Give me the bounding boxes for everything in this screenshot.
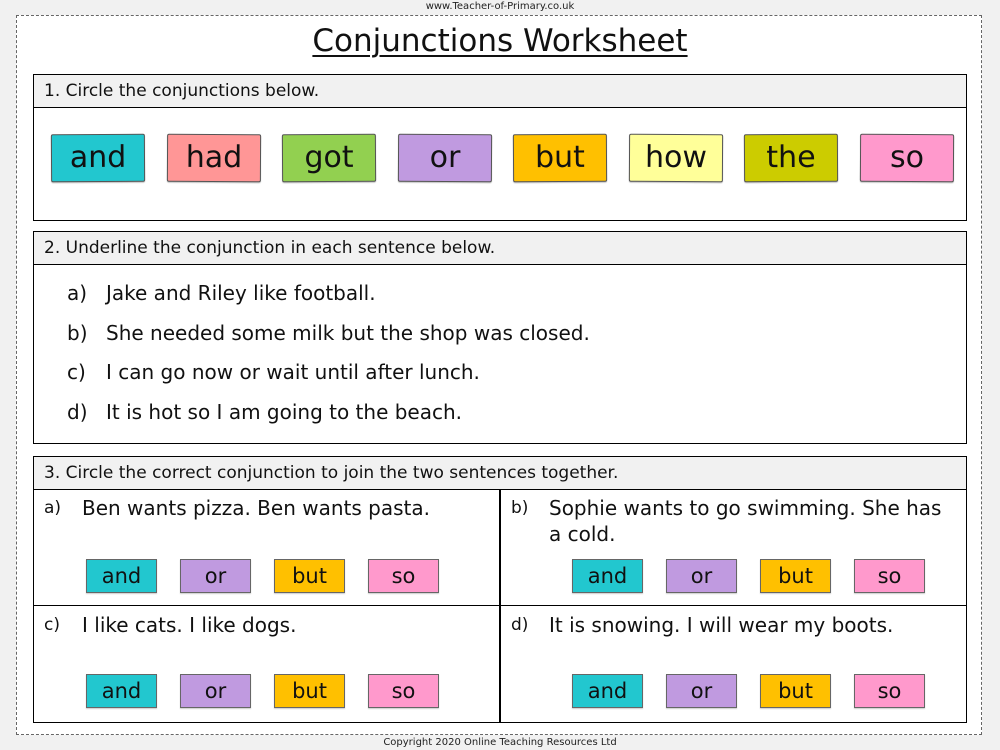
sentence-text[interactable]: It is hot so I am going to the beach. [106,398,462,438]
choice-or[interactable]: or [666,674,737,708]
choice-but[interactable]: but [274,674,345,708]
section-join-sentences: 3. Circle the correct conjunction to joi… [33,456,967,723]
choice-and[interactable]: and [572,559,643,593]
choice-row: and or but so [572,674,925,708]
question-cell-c: c) I like cats. I like dogs. and or but so [34,606,501,722]
question-label: d) [511,615,529,635]
sentence-text[interactable]: I can go now or wait until after lunch. [106,358,480,398]
section1-instruction: 1. Circle the conjunctions below. [34,75,966,108]
sentence-list: a) Jake and Riley like football. b) She ne… [34,265,966,437]
choice-row: and or but so [572,559,925,593]
section2-instruction: 2. Underline the conjunction in each sen… [34,232,966,265]
question-text: It is snowing. I will wear my boots. [549,613,894,637]
choice-row: and or but so [86,559,439,593]
word-box-had[interactable]: had [166,133,261,183]
sentence-label: a) [67,281,88,305]
word-box-how[interactable]: how [628,133,723,183]
sentence-item[interactable]: c) I can go now or wait until after lunch… [67,358,966,398]
sentence-text[interactable]: She needed some milk but the shop was cl… [106,319,590,359]
section-circle-conjunctions: 1. Circle the conjunctions below. and ha… [33,74,967,221]
choice-but[interactable]: but [274,559,345,593]
copyright-footer: Copyright 2020 Online Teaching Resources… [383,737,617,748]
word-box-and[interactable]: and [50,133,146,183]
word-box-the[interactable]: the [744,133,839,183]
choice-or[interactable]: or [666,559,737,593]
sentence-item[interactable]: a) Jake and Riley like football. [67,279,966,319]
choice-and[interactable]: and [86,559,157,593]
question-cell-a: a) Ben wants pizza. Ben wants pasta. and o… [34,489,501,606]
choice-so[interactable]: so [368,559,439,593]
choice-and[interactable]: and [86,674,157,708]
title-text: Conjunctions Worksheet [312,23,688,59]
choice-or[interactable]: or [180,559,251,593]
question-label: b) [511,498,529,518]
question-cell-b: b) Sophie wants to go swimming. She has a… [501,489,966,606]
sentence-label: b) [67,320,88,345]
choice-but[interactable]: but [760,674,831,708]
site-url: www.Teacher-of-Primary.co.uk [425,1,575,12]
word-box-so[interactable]: so [859,133,955,183]
section3-instruction: 3. Circle the correct conjunction to joi… [34,457,966,490]
sentence-label: c) [67,360,86,384]
worksheet-title: Conjunctions Worksheet [0,20,1000,62]
choice-row: and or but so [86,674,439,708]
sentence-label: d) [67,399,88,424]
question-grid: a) Ben wants pizza. Ben wants pasta. and o… [34,489,966,722]
question-text: Ben wants pizza. Ben wants pasta. [82,496,430,520]
choice-but[interactable]: but [760,559,831,593]
section-underline-conjunctions: 2. Underline the conjunction in each sen… [33,231,967,444]
choice-so[interactable]: so [854,674,925,708]
sentence-text[interactable]: Jake and Riley like football. [106,279,376,319]
word-box-but[interactable]: but [513,133,608,183]
sentence-item[interactable]: b) She needed some milk but the shop was … [67,319,966,359]
sentence-item[interactable]: d) It is hot so I am going to the beach. [67,398,966,438]
choice-so[interactable]: so [854,559,925,593]
question-cell-d: d) It is snowing. I will wear my boots. a… [501,606,966,722]
question-text: Sophie wants to go swimming. She has a c… [549,496,942,546]
word-box-or[interactable]: or [397,133,492,183]
choice-so[interactable]: so [368,674,439,708]
word-bank: and had got or but how the so [34,108,966,183]
question-label: c) [44,615,60,635]
question-text: I like cats. I like dogs. [82,613,297,637]
choice-and[interactable]: and [572,674,643,708]
choice-or[interactable]: or [180,674,251,708]
word-box-got[interactable]: got [282,133,377,183]
question-label: a) [44,498,62,518]
